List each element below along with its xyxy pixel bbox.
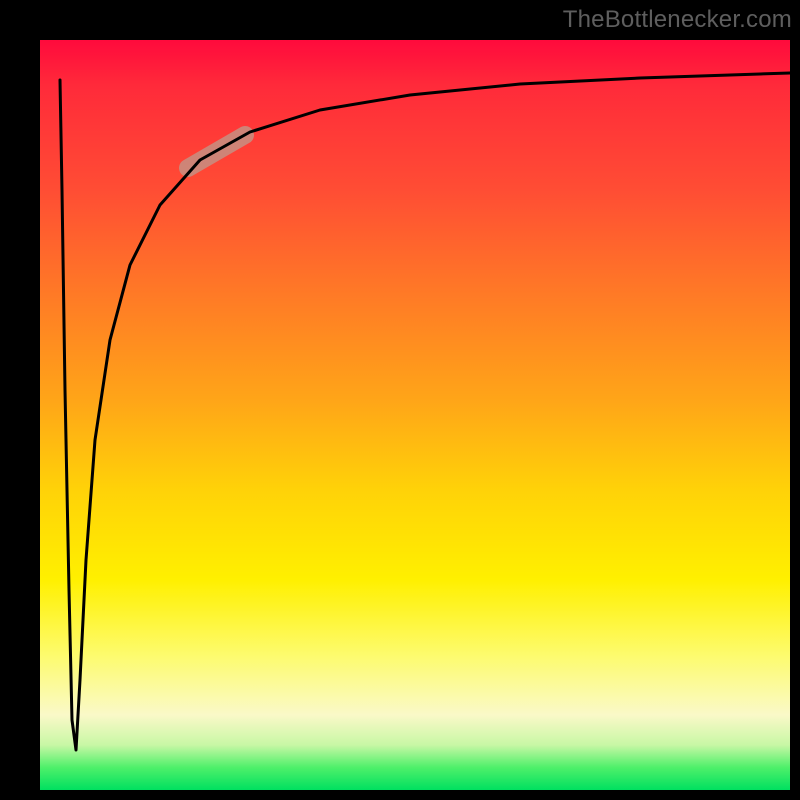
plot-area	[40, 40, 790, 790]
chart-frame: TheBottlenecker.com	[0, 0, 800, 800]
attribution-text: TheBottlenecker.com	[563, 6, 792, 34]
chart-svg	[40, 40, 790, 790]
main-curve-path	[60, 73, 790, 750]
